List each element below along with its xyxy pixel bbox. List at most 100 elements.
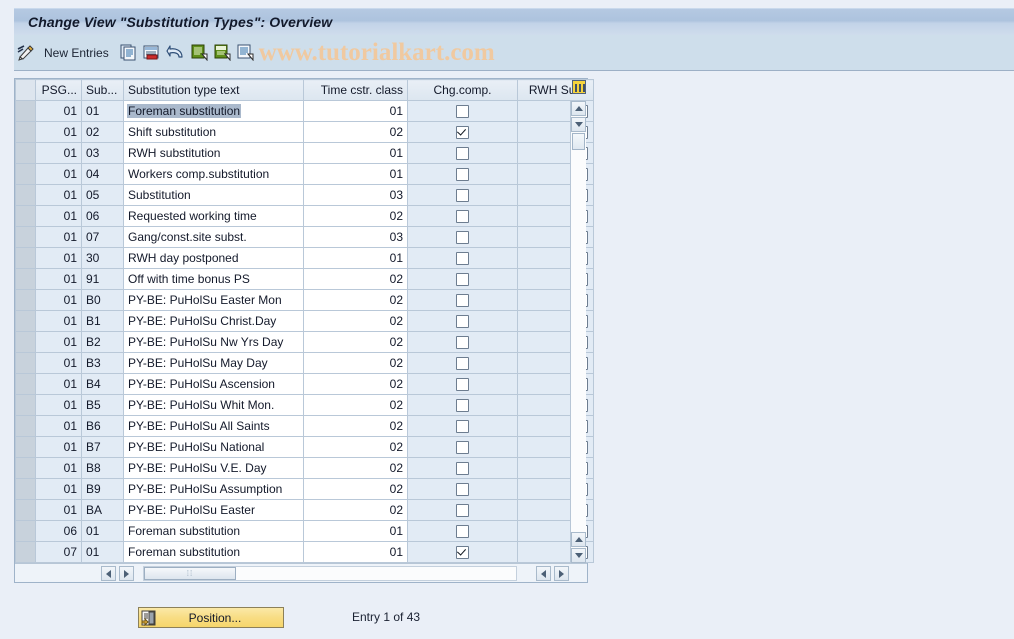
cell-psg[interactable]: 01 [35, 394, 82, 416]
row-selector[interactable] [15, 457, 36, 479]
cell-psg[interactable]: 01 [35, 142, 82, 164]
cell-psg[interactable]: 01 [35, 226, 82, 248]
cell-time-cstr-class[interactable]: 02 [303, 121, 408, 143]
cell-time-cstr-class[interactable]: 03 [303, 226, 408, 248]
row-selector[interactable] [15, 331, 36, 353]
row-selector[interactable] [15, 163, 36, 185]
cell-sub[interactable]: 04 [81, 163, 124, 185]
row-selector[interactable] [15, 184, 36, 206]
cell-psg[interactable]: 01 [35, 310, 82, 332]
row-selector[interactable] [15, 436, 36, 458]
cell-psg[interactable]: 01 [35, 415, 82, 437]
table-row[interactable]: 01 B5 PY-BE: PuHolSu Whit Mon. 02 [15, 394, 594, 416]
cell-time-cstr-class[interactable]: 02 [303, 415, 408, 437]
cell-psg[interactable]: 01 [35, 331, 82, 353]
chg-comp-checkbox[interactable] [456, 336, 469, 350]
cell-chg-comp[interactable] [407, 163, 518, 185]
cell-chg-comp[interactable] [407, 226, 518, 248]
cell-psg[interactable]: 06 [35, 520, 82, 542]
cell-chg-comp[interactable] [407, 541, 518, 563]
cell-chg-comp[interactable] [407, 520, 518, 542]
table-row[interactable]: 07 01 Foreman substitution 01 [15, 541, 594, 563]
header-chg-comp[interactable]: Chg.comp. [407, 79, 518, 101]
table-row[interactable]: 01 05 Substitution 03 [15, 184, 594, 206]
cell-substitution-type-text[interactable]: PY-BE: PuHolSu All Saints [123, 415, 304, 437]
cell-psg[interactable]: 01 [35, 184, 82, 206]
cell-substitution-type-text[interactable]: Requested working time [123, 205, 304, 227]
chg-comp-checkbox[interactable] [456, 357, 469, 371]
cell-chg-comp[interactable] [407, 352, 518, 374]
chg-comp-checkbox[interactable] [456, 525, 469, 539]
cell-sub[interactable]: 01 [81, 520, 124, 542]
cell-substitution-type-text[interactable]: PY-BE: PuHolSu Easter [123, 499, 304, 521]
cell-substitution-type-text[interactable]: RWH day postponed [123, 247, 304, 269]
chg-comp-checkbox[interactable] [456, 231, 469, 245]
chg-comp-checkbox[interactable] [456, 483, 469, 497]
cell-psg[interactable]: 07 [35, 541, 82, 563]
cell-chg-comp[interactable] [407, 100, 518, 122]
select-all-icon[interactable] [188, 40, 211, 66]
chg-comp-checkbox[interactable] [456, 252, 469, 266]
table-row[interactable]: 01 BA PY-BE: PuHolSu Easter 02 [15, 499, 594, 521]
table-row[interactable]: 01 B7 PY-BE: PuHolSu National 02 [15, 436, 594, 458]
cell-sub[interactable]: 91 [81, 268, 124, 290]
chg-comp-checkbox[interactable] [456, 378, 469, 392]
table-row[interactable]: 01 01 Foreman substitution 01 [15, 100, 594, 122]
cell-substitution-type-text[interactable]: PY-BE: PuHolSu Nw Yrs Day [123, 331, 304, 353]
chg-comp-checkbox[interactable] [456, 462, 469, 476]
cell-psg[interactable]: 01 [35, 100, 82, 122]
cell-chg-comp[interactable] [407, 457, 518, 479]
cell-psg[interactable]: 01 [35, 121, 82, 143]
cell-substitution-type-text[interactable]: PY-BE: PuHolSu May Day [123, 352, 304, 374]
cell-chg-comp[interactable] [407, 205, 518, 227]
cell-sub[interactable]: B5 [81, 394, 124, 416]
cell-psg[interactable]: 01 [35, 268, 82, 290]
table-row[interactable]: 01 91 Off with time bonus PS 02 [15, 268, 594, 290]
cell-chg-comp[interactable] [407, 415, 518, 437]
cell-time-cstr-class[interactable]: 01 [303, 142, 408, 164]
row-selector[interactable] [15, 415, 36, 437]
table-settings-icon[interactable] [572, 80, 586, 94]
cell-sub[interactable]: 05 [81, 184, 124, 206]
header-select-all[interactable] [15, 79, 36, 101]
cell-substitution-type-text[interactable]: Substitution [123, 184, 304, 206]
scroll-col-right-button[interactable] [554, 566, 569, 581]
table-row[interactable]: 01 02 Shift substitution 02 [15, 121, 594, 143]
cell-chg-comp[interactable] [407, 310, 518, 332]
cell-substitution-type-text[interactable]: Foreman substitution [123, 520, 304, 542]
details-icon[interactable] [234, 40, 257, 66]
table-row[interactable]: 01 07 Gang/const.site subst. 03 [15, 226, 594, 248]
table-vertical-scrollbar[interactable] [570, 101, 586, 563]
cell-chg-comp[interactable] [407, 331, 518, 353]
cell-time-cstr-class[interactable]: 01 [303, 247, 408, 269]
cell-substitution-type-text[interactable]: Gang/const.site subst. [123, 226, 304, 248]
cell-substitution-type-text[interactable]: PY-BE: PuHolSu Christ.Day [123, 310, 304, 332]
row-selector[interactable] [15, 520, 36, 542]
cell-time-cstr-class[interactable]: 02 [303, 373, 408, 395]
cell-substitution-type-text[interactable]: Workers comp.substitution [123, 163, 304, 185]
chg-comp-checkbox[interactable] [456, 189, 469, 203]
cell-sub[interactable]: B0 [81, 289, 124, 311]
table-row[interactable]: 01 B1 PY-BE: PuHolSu Christ.Day 02 [15, 310, 594, 332]
cell-sub[interactable]: B2 [81, 331, 124, 353]
row-selector[interactable] [15, 205, 36, 227]
cell-chg-comp[interactable] [407, 478, 518, 500]
row-selector[interactable] [15, 352, 36, 374]
cell-psg[interactable]: 01 [35, 289, 82, 311]
cell-time-cstr-class[interactable]: 02 [303, 478, 408, 500]
chg-comp-checkbox[interactable] [456, 105, 469, 119]
cell-time-cstr-class[interactable]: 02 [303, 352, 408, 374]
table-row[interactable]: 01 B8 PY-BE: PuHolSu V.E. Day 02 [15, 457, 594, 479]
row-selector[interactable] [15, 289, 36, 311]
row-selector[interactable] [15, 226, 36, 248]
chg-comp-checkbox[interactable] [456, 147, 469, 161]
row-selector[interactable] [15, 121, 36, 143]
cell-substitution-type-text[interactable]: Shift substitution [123, 121, 304, 143]
cell-substitution-type-text[interactable]: PY-BE: PuHolSu Whit Mon. [123, 394, 304, 416]
chg-comp-checkbox[interactable] [456, 273, 469, 287]
table-row[interactable]: 06 01 Foreman substitution 01 [15, 520, 594, 542]
position-button[interactable]: Position... [138, 607, 284, 628]
chg-comp-checkbox[interactable] [456, 399, 469, 413]
chg-comp-checkbox[interactable] [456, 420, 469, 434]
cell-chg-comp[interactable] [407, 268, 518, 290]
